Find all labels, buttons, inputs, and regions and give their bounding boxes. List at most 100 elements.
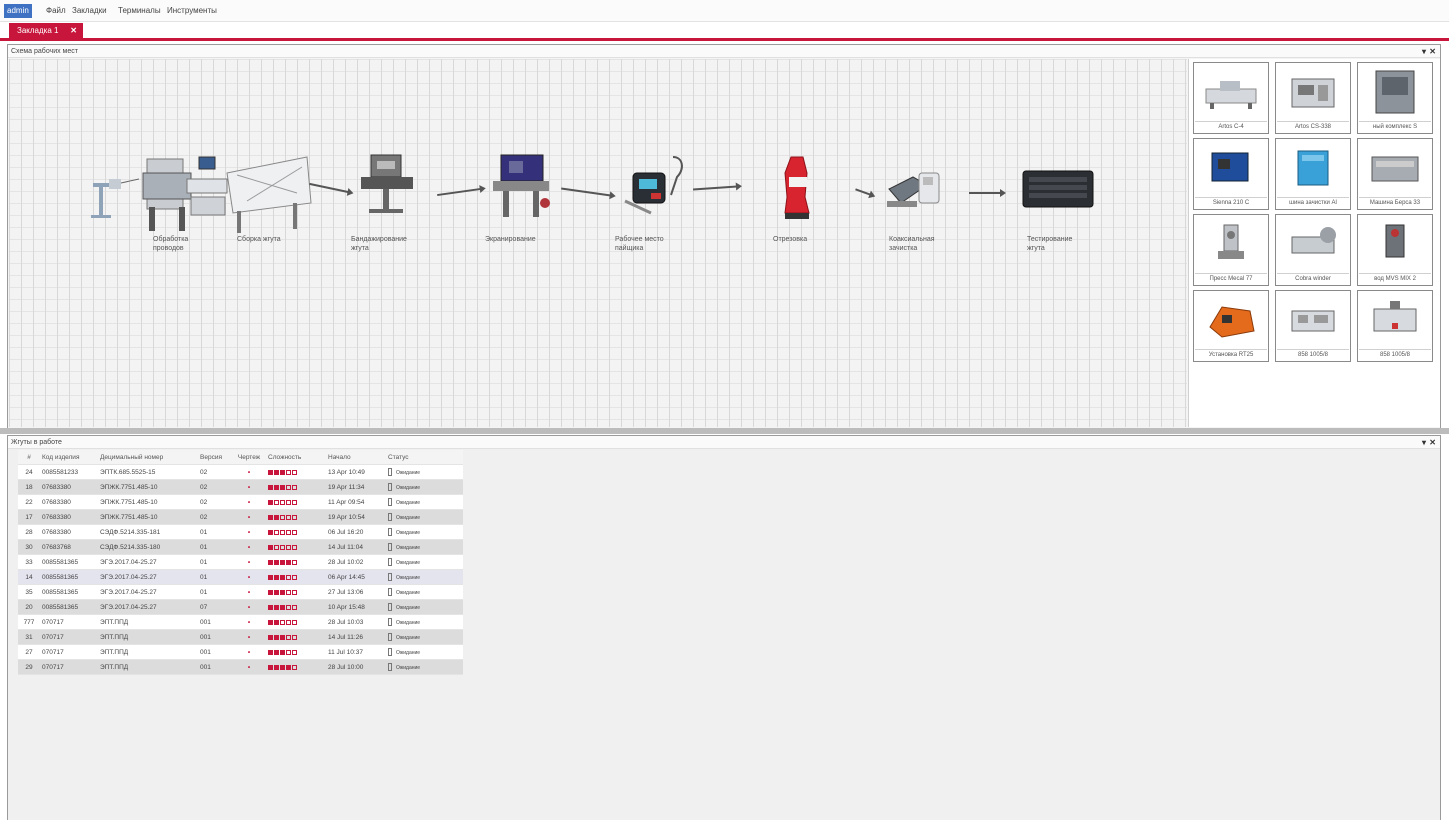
table-row[interactable]: 33 0085581365 ЭГЭ.2017.04-25.27 01 • 28 Jul 1… xyxy=(18,555,463,570)
complexity-square xyxy=(292,514,297,520)
table-row[interactable]: 14 0085581365 ЭГЭ.2017.04-25.27 01 • 06 Apr 1… xyxy=(18,570,463,585)
menu-bookmarks[interactable]: Закладки xyxy=(69,4,110,18)
equipment-card[interactable]: Sienna 210 C xyxy=(1193,138,1269,210)
equipment-card[interactable]: Cobra winder xyxy=(1275,214,1351,286)
hourglass-icon xyxy=(388,558,392,567)
complexity-indicator xyxy=(268,525,326,540)
drawing-link[interactable]: • xyxy=(232,645,266,660)
complexity-indicator xyxy=(268,645,326,660)
mixer-icon xyxy=(1385,224,1405,258)
menu-tools[interactable]: Инструменты xyxy=(164,4,220,18)
drawing-link[interactable]: • xyxy=(232,585,266,600)
cell-status: Ожидание xyxy=(388,615,460,630)
column-header-version[interactable]: Версия xyxy=(200,450,230,465)
table-row[interactable]: 31 070717 ЭПТ.ППД 001 • 14 Jul 11:26 Ожидание xyxy=(18,630,463,645)
complexity-square xyxy=(280,514,285,520)
table-row[interactable]: 28 07683380 СЭДФ.5214.335-181 01 • 06 Jul 16:… xyxy=(18,525,463,540)
pin-icon[interactable]: ▾ xyxy=(1422,436,1426,449)
table-row[interactable]: 777 070717 ЭПТ.ППД 001 • 28 Jul 10:03 Ожидание xyxy=(18,615,463,630)
cell-version: 001 xyxy=(200,649,211,656)
close-icon[interactable]: ✕ xyxy=(70,23,77,39)
table-row[interactable]: 30 07683768 СЭДФ.5214.335-180 01 • 14 Jul 11:… xyxy=(18,540,463,555)
drawing-link[interactable]: • xyxy=(232,570,266,585)
equipment-label: Установка RT25 xyxy=(1195,349,1267,359)
drawing-link[interactable]: • xyxy=(232,480,266,495)
table-row[interactable]: 18 07683380 ЭПЖК.7751.485-10 02 • 19 Apr 11:3… xyxy=(18,480,463,495)
table-row[interactable]: 22 07683380 ЭПЖК.7751.485-10 02 • 11 Apr 09:5… xyxy=(18,495,463,510)
drawing-link[interactable]: • xyxy=(232,630,266,645)
drawing-link[interactable]: • xyxy=(232,600,266,615)
column-header-status[interactable]: Статус xyxy=(388,450,460,465)
equipment-card[interactable]: Установка RT25 xyxy=(1193,290,1269,362)
complexity-square xyxy=(268,604,273,610)
column-header-code[interactable]: Код изделия xyxy=(42,450,98,465)
equipment-card[interactable]: 858 1005/8 xyxy=(1357,290,1433,362)
table-row[interactable]: 27 070717 ЭПТ.ППД 001 • 11 Jul 10:37 Ожидание xyxy=(18,645,463,660)
column-header-drawing[interactable]: Чертеж xyxy=(232,450,266,465)
complexity-square xyxy=(292,484,297,490)
tab-bookmark-1[interactable]: Закладка 1 ✕ xyxy=(9,23,83,39)
cell-number: 18 xyxy=(25,484,33,491)
coax-stripping-machine-icon[interactable] xyxy=(883,163,953,215)
status-text: Ожидание xyxy=(396,650,421,656)
cell-start: 11 Jul 10:37 xyxy=(328,649,363,656)
menu-user[interactable]: admin xyxy=(4,4,32,18)
cutting-tool-icon[interactable] xyxy=(775,153,815,223)
cell-status: Ожидание xyxy=(388,510,460,525)
shielding-machine-icon[interactable] xyxy=(487,151,555,223)
cell-code: 070717 xyxy=(42,619,64,626)
hourglass-icon xyxy=(388,468,392,477)
drawing-link[interactable]: • xyxy=(232,510,266,525)
equipment-card[interactable]: Artos C-4 xyxy=(1193,62,1269,134)
equipment-card[interactable]: ный комплекс S xyxy=(1357,62,1433,134)
banding-machine-icon[interactable] xyxy=(357,151,417,221)
bench-unit-icon xyxy=(1373,301,1417,332)
cell-decimal: ЭГЭ.2017.04-25.27 xyxy=(100,589,157,596)
column-header-complexity[interactable]: Сложность xyxy=(268,450,326,465)
column-header-decimal[interactable]: Децимальный номер xyxy=(100,450,198,465)
equipment-card[interactable]: 858 1005/8 xyxy=(1275,290,1351,362)
complexity-square xyxy=(292,574,297,580)
panel-splitter[interactable] xyxy=(0,428,1449,434)
cell-code: 070717 xyxy=(42,664,64,671)
drawing-link[interactable]: • xyxy=(232,465,266,480)
column-header-number[interactable]: # xyxy=(18,450,40,465)
drawing-link[interactable]: • xyxy=(232,540,266,555)
harness-tester-icon[interactable] xyxy=(1021,167,1095,211)
cell-status: Ожидание xyxy=(388,540,460,555)
close-icon[interactable]: ✕ xyxy=(1429,436,1436,449)
drawing-link[interactable]: • xyxy=(232,495,266,510)
equipment-card[interactable]: Машина Берса 33 xyxy=(1357,138,1433,210)
equipment-card[interactable]: вод MVS MIX 2 xyxy=(1357,214,1433,286)
table-row[interactable]: 17 07683380 ЭПЖК.7751.485-10 02 • 19 Apr 10:5… xyxy=(18,510,463,525)
cell-code: 07683380 xyxy=(42,499,71,506)
drawing-link[interactable]: • xyxy=(232,555,266,570)
cell-start: 06 Apr 14:45 xyxy=(328,574,365,581)
complexity-square xyxy=(280,469,285,475)
cell-decimal: ЭГЭ.2017.04-25.27 xyxy=(100,559,157,566)
blue-box-icon xyxy=(1297,150,1329,186)
equipment-card[interactable]: шина зачистки Al xyxy=(1275,138,1351,210)
cell-decimal: ЭПТ.ППД xyxy=(100,649,129,656)
complexity-indicator xyxy=(268,495,326,510)
soldering-station-icon[interactable] xyxy=(621,155,691,217)
table-row[interactable]: 20 0085581365 ЭГЭ.2017.04-25.27 07 • 10 Apr 1… xyxy=(18,600,463,615)
drawing-link[interactable]: • xyxy=(232,660,266,675)
menu-file[interactable]: Файл xyxy=(43,4,69,18)
equipment-card[interactable]: Artos CS-338 xyxy=(1275,62,1351,134)
equipment-card[interactable]: Пресс Mecal 77 xyxy=(1193,214,1269,286)
table-row[interactable]: 35 0085581365 ЭГЭ.2017.04-25.27 01 • 27 Jul 1… xyxy=(18,585,463,600)
complexity-indicator xyxy=(268,510,326,525)
drawing-link[interactable]: • xyxy=(232,525,266,540)
drawing-link[interactable]: • xyxy=(232,615,266,630)
column-header-start[interactable]: Начало xyxy=(328,450,386,465)
cell-start: 11 Apr 09:54 xyxy=(328,499,365,506)
table-row[interactable]: 29 070717 ЭПТ.ППД 001 • 28 Jul 10:00 Ожидание xyxy=(18,660,463,675)
close-icon[interactable]: ✕ xyxy=(1429,45,1436,58)
complexity-indicator xyxy=(268,465,326,480)
pin-icon[interactable]: ▾ xyxy=(1422,45,1426,58)
table-row[interactable]: 24 0085581233 ЭПТК.685.5525-15 02 • 13 Apr 10… xyxy=(18,465,463,480)
complexity-indicator xyxy=(268,480,326,495)
menu-terminals[interactable]: Терминалы xyxy=(115,4,164,18)
wire-processing-machine-icon[interactable] xyxy=(87,153,317,235)
